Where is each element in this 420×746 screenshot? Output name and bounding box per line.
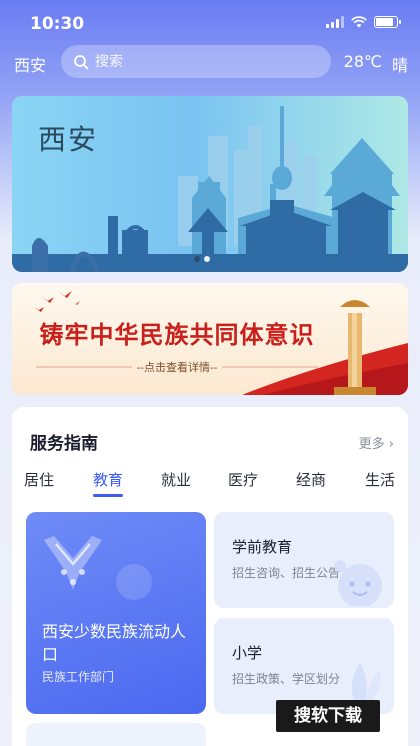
hero-banner[interactable]: 西安 bbox=[12, 96, 408, 272]
status-bar: 10:30 bbox=[0, 0, 420, 46]
cellular-signal-icon bbox=[326, 16, 344, 28]
child-face-icon bbox=[334, 560, 382, 606]
unity-promo-banner[interactable]: 铸牢中华民族共同体意识 --点击查看详情-- bbox=[12, 283, 408, 395]
decorative-circle bbox=[116, 564, 152, 600]
featured-subtitle: 民族工作部门 bbox=[42, 670, 115, 684]
service-item-title: 学前教育 bbox=[232, 538, 293, 556]
wifi-icon bbox=[351, 16, 367, 28]
search-icon bbox=[74, 55, 89, 70]
temperature: 28℃ bbox=[343, 52, 382, 71]
carousel-dots bbox=[194, 256, 210, 262]
service-item-preschool[interactable]: 学前教育 招生咨询、招生公告 bbox=[214, 512, 394, 608]
service-item-partial[interactable] bbox=[26, 723, 206, 746]
featured-service-tile[interactable]: 西安少数民族流动人口 民族工作部门 bbox=[26, 512, 206, 714]
watermark-badge: 搜软下载 bbox=[276, 700, 380, 732]
ethnic-pattern-icon bbox=[44, 536, 102, 590]
promo-title: 铸牢中华民族共同体意识 bbox=[39, 320, 315, 349]
featured-title: 西安少数民族流动人口 bbox=[42, 622, 187, 664]
tab-employment[interactable]: 就业 bbox=[146, 469, 206, 490]
more-link[interactable]: 更多 › bbox=[359, 433, 394, 452]
status-time: 10:30 bbox=[30, 14, 85, 34]
service-guide-card: 服务指南 更多 › 居住 教育 就业 医疗 经商 生活 西安少数民族流动人口 民… bbox=[12, 407, 408, 746]
weather-info: 28℃ 晴 bbox=[344, 52, 408, 76]
header: 西安 28℃ 晴 bbox=[0, 44, 420, 80]
tab-medical[interactable]: 医疗 bbox=[213, 469, 273, 490]
search-input[interactable] bbox=[95, 45, 315, 78]
search-bar[interactable] bbox=[61, 45, 331, 78]
carousel-indicator bbox=[194, 256, 214, 262]
active-tab-indicator bbox=[93, 494, 123, 497]
city-selector[interactable]: 西安 bbox=[14, 52, 46, 76]
service-item-subtitle: 招生政策、学区划分 bbox=[232, 672, 341, 686]
weather-condition: 晴 bbox=[391, 56, 408, 75]
battery-icon bbox=[374, 16, 401, 28]
tab-life[interactable]: 生活 bbox=[350, 469, 410, 490]
tab-residence[interactable]: 居住 bbox=[9, 469, 69, 490]
tab-education[interactable]: 教育 bbox=[78, 469, 138, 490]
status-icons bbox=[326, 16, 401, 28]
hero-title: 西安 bbox=[38, 123, 99, 156]
service-tabs: 居住 教育 就业 医疗 经商 生活 bbox=[12, 469, 408, 505]
service-item-title: 小学 bbox=[232, 644, 263, 662]
service-item-subtitle: 招生咨询、招生公告 bbox=[232, 566, 341, 580]
section-title: 服务指南 bbox=[30, 434, 98, 454]
tab-business[interactable]: 经商 bbox=[281, 469, 341, 490]
promo-details-link[interactable]: --点击查看详情-- bbox=[12, 359, 342, 375]
